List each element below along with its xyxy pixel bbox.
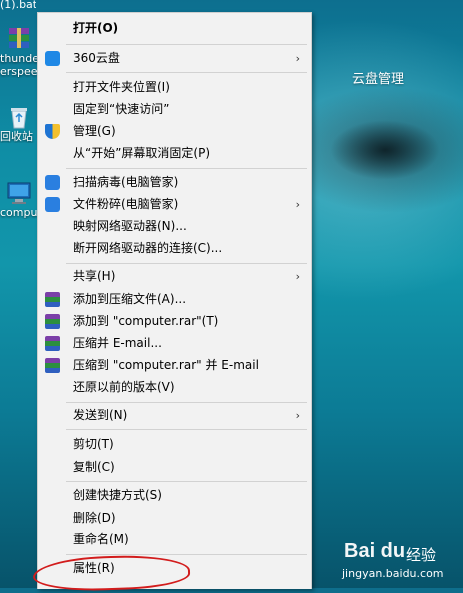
desktop-icon-label: 回收站 <box>0 130 33 143</box>
submenu-arrow-icon: › <box>295 270 300 283</box>
menu-item-label: 共享(H) <box>73 269 116 283</box>
menu-item-label: 重命名(M) <box>73 532 129 546</box>
baidu-logo: Bai du <box>344 540 406 562</box>
admin-shield-icon <box>45 124 60 139</box>
menu-item-copy[interactable]: 复制(C) <box>38 457 311 478</box>
menu-item-restore-versions[interactable]: 还原以前的版本(V) <box>38 377 311 398</box>
menu-item-map-drive[interactable]: 映射网络驱动器(N)... <box>38 216 311 237</box>
submenu-arrow-icon: › <box>295 198 300 211</box>
menu-item-label: 映射网络驱动器(N)... <box>73 219 187 233</box>
recycle-bin-icon <box>6 104 32 130</box>
menu-item-label: 管理(G) <box>73 124 116 138</box>
menu-item-label: 文件粉碎(电脑管家) <box>73 197 179 211</box>
pc-manager-shield-icon <box>45 197 60 212</box>
baidu-watermark: Bai du 经验 jingyan.baidu.com <box>340 540 460 584</box>
menu-separator <box>66 44 307 45</box>
winrar-icon <box>45 292 60 307</box>
menu-item-pin-quick-access[interactable]: 固定到“快速访问” <box>38 99 311 120</box>
menu-item-open-location[interactable]: 打开文件夹位置(I) <box>38 77 311 98</box>
menu-item-compress-computer-email[interactable]: 压缩到 "computer.rar" 并 E-mail <box>38 355 311 376</box>
context-menu: 打开(O) 360云盘 › 打开文件夹位置(I) 固定到“快速访问” 管理(G)… <box>37 12 312 589</box>
menu-item-add-archive[interactable]: 添加到压缩文件(A)... <box>38 289 311 310</box>
computer-icon <box>6 180 32 206</box>
menu-item-rename[interactable]: 重命名(M) <box>38 529 311 550</box>
menu-item-label: 添加到 "computer.rar"(T) <box>73 314 219 328</box>
winrar-icon <box>45 314 60 329</box>
menu-item-label: 扫描病毒(电脑管家) <box>73 175 179 189</box>
menu-item-unpin-start[interactable]: 从“开始”屏幕取消固定(P) <box>38 143 311 164</box>
menu-item-label: 还原以前的版本(V) <box>73 380 175 394</box>
cloud-360-icon <box>45 51 60 66</box>
menu-item-label: 断开网络驱动器的连接(C)... <box>73 241 223 255</box>
menu-item-shred-file[interactable]: 文件粉碎(电脑管家) › <box>38 194 311 215</box>
menu-separator <box>66 554 307 555</box>
menu-item-label: 剪切(T) <box>73 437 114 451</box>
wallpaper-swimmer <box>330 120 440 180</box>
submenu-arrow-icon: › <box>295 409 300 422</box>
menu-item-manage[interactable]: 管理(G) <box>38 121 311 142</box>
menu-item-label: 打开文件夹位置(I) <box>73 80 170 94</box>
menu-item-label: 压缩并 E-mail... <box>73 336 162 350</box>
watermark-url: jingyan.baidu.com <box>342 567 444 580</box>
menu-separator <box>66 429 307 430</box>
desktop-icon-computer[interactable]: compu <box>0 180 38 219</box>
winrar-icon <box>45 358 60 373</box>
menu-item-label: 发送到(N) <box>73 408 128 422</box>
menu-item-label: 添加到压缩文件(A)... <box>73 292 187 306</box>
menu-item-label: 创建快捷方式(S) <box>73 488 162 502</box>
menu-item-disconnect-drive[interactable]: 断开网络驱动器的连接(C)... <box>38 238 311 259</box>
submenu-arrow-icon: › <box>295 52 300 65</box>
menu-item-360-cloud[interactable]: 360云盘 › <box>38 48 311 69</box>
menu-separator <box>66 263 307 264</box>
menu-separator <box>66 168 307 169</box>
menu-separator <box>66 72 307 73</box>
winrar-icon <box>45 336 60 351</box>
menu-item-label: 打开(O) <box>73 21 119 35</box>
menu-item-label: 从“开始”屏幕取消固定(P) <box>73 146 211 160</box>
desktop-icon-label: thunder <box>0 52 38 65</box>
menu-item-compress-email[interactable]: 压缩并 E-mail... <box>38 333 311 354</box>
desktop-icon-label: compu <box>0 206 38 219</box>
menu-item-delete[interactable]: 删除(D) <box>38 508 311 529</box>
menu-item-add-computer-rar[interactable]: 添加到 "computer.rar"(T) <box>38 311 311 332</box>
menu-item-label: 复制(C) <box>73 460 115 474</box>
desktop-icon-label-line2: erspee <box>0 65 38 78</box>
watermark-brand: 经验 <box>406 546 437 564</box>
menu-item-send-to[interactable]: 发送到(N) › <box>38 405 311 426</box>
menu-item-label: 压缩到 "computer.rar" 并 E-mail <box>73 358 259 372</box>
menu-item-cut[interactable]: 剪切(T) <box>38 434 311 455</box>
menu-item-create-shortcut[interactable]: 创建快捷方式(S) <box>38 485 311 506</box>
menu-item-scan-virus[interactable]: 扫描病毒(电脑管家) <box>38 172 311 193</box>
desktop-file-label: (1).bat <box>0 0 36 10</box>
menu-separator <box>66 402 307 403</box>
menu-item-label: 固定到“快速访问” <box>73 102 170 116</box>
desktop-icon-recycle-bin[interactable]: 回收站 <box>0 104 38 143</box>
menu-item-share[interactable]: 共享(H) › <box>38 266 311 287</box>
menu-separator <box>66 481 307 482</box>
desktop-icon-thunder[interactable]: thunder erspee <box>0 26 38 78</box>
menu-item-label: 360云盘 <box>73 51 120 65</box>
winrar-icon <box>6 26 32 52</box>
menu-item-label: 删除(D) <box>73 511 116 525</box>
menu-item-open[interactable]: 打开(O) <box>38 18 311 39</box>
pc-manager-shield-icon <box>45 175 60 190</box>
cloud-manage-label[interactable]: 云盘管理 <box>352 68 404 87</box>
